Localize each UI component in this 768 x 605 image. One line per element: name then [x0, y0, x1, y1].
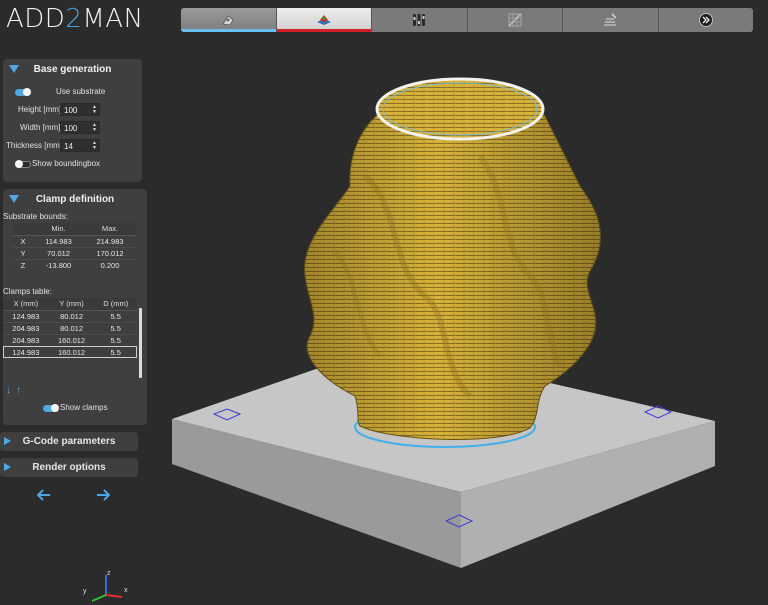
clamps-header[interactable]: Y (mm) — [48, 298, 95, 311]
table-row[interactable]: 204.983 80.012 5.5 — [3, 321, 137, 334]
clamp-cell[interactable]: 204.983 — [3, 321, 49, 334]
step-next[interactable] — [658, 8, 753, 32]
bounds-cell: 170.012 — [84, 246, 136, 259]
expand-triangle-icon — [4, 437, 11, 445]
spin-arrows-icon[interactable]: ▲ ▼ — [92, 105, 97, 115]
panel-title: Render options — [32, 462, 106, 473]
bounds-header: Min. — [33, 223, 85, 236]
use-substrate-label: Use substrate — [56, 87, 106, 96]
slicing-grid-icon — [508, 13, 522, 27]
clamp-cell[interactable]: 80.012 — [48, 309, 95, 322]
clamp-cell[interactable]: 160.012 — [48, 333, 95, 346]
thickness-label: Thickness [mm] — [6, 141, 63, 150]
spin-arrows-icon[interactable]: ▲ ▼ — [92, 141, 97, 151]
clamp-cell[interactable]: 5.5 — [94, 321, 137, 334]
clamp-definition-panel: Clamp definition Substrate bounds: Min. … — [3, 189, 147, 425]
clamps-header[interactable]: D (mm) — [94, 298, 137, 311]
use-substrate-toggle[interactable] — [15, 88, 31, 96]
clamp-cell[interactable]: 160.012 — [48, 345, 95, 358]
panel-title: G-Code parameters — [22, 436, 116, 447]
collapse-triangle-icon — [9, 65, 19, 73]
step-print[interactable] — [563, 8, 659, 32]
table-row-selected[interactable]: 124.983 160.012 5.5 — [3, 345, 137, 358]
clamp-cell[interactable]: 5.5 — [94, 309, 137, 322]
render-options-panel[interactable]: Render options — [0, 458, 138, 477]
clamps-header[interactable]: X (mm) — [3, 298, 49, 311]
axes-gizmo: z y x — [83, 570, 128, 602]
bounds-header: Max. — [84, 223, 136, 236]
axis-x-label: x — [124, 587, 128, 594]
panel-title: Clamp definition — [35, 193, 115, 205]
substrate-bounds-label: Substrate bounds: — [3, 212, 68, 221]
3d-viewport[interactable] — [150, 36, 768, 605]
clamp-definition-header[interactable]: Clamp definition — [3, 189, 147, 209]
app-logo: ADD2MAN — [6, 4, 144, 34]
bounds-cell: -13.800 — [33, 258, 85, 271]
bounds-cell: Z — [13, 258, 33, 271]
step-model[interactable] — [276, 8, 372, 32]
thickness-spinbox[interactable]: 14 ▲ ▼ — [60, 139, 100, 152]
thickness-value: 14 — [64, 142, 73, 151]
next-step-icon — [698, 13, 713, 27]
clamp-cell[interactable]: 204.983 — [3, 333, 49, 346]
width-spinbox[interactable]: 100 ▲ ▼ — [60, 121, 100, 134]
bounds-cell: 214.983 — [84, 234, 136, 247]
step-slicing[interactable] — [467, 8, 563, 32]
table-row: Z -13.800 0.200 — [13, 258, 136, 271]
clamps-table-label: Clamps table: — [3, 287, 52, 296]
height-value: 100 — [64, 106, 78, 115]
collapse-triangle-icon — [9, 195, 19, 203]
base-generation-header[interactable]: Base generation — [3, 59, 142, 79]
move-down-icon[interactable]: ↓ — [6, 385, 11, 396]
settings-sliders-icon — [413, 14, 426, 26]
clamp-cell[interactable]: 124.983 — [3, 345, 49, 358]
bounds-cell: 0.200 — [84, 258, 136, 271]
expand-triangle-icon — [4, 463, 11, 471]
height-label: Height [mm] — [18, 105, 62, 114]
width-value: 100 — [64, 124, 78, 133]
gcode-parameters-panel[interactable]: G-Code parameters — [0, 432, 138, 451]
clamps-table-scrollbar[interactable] — [139, 308, 142, 378]
clamp-cell[interactable]: 124.983 — [3, 309, 49, 322]
table-row[interactable]: 124.983 80.012 5.5 — [3, 309, 137, 322]
axis-z-label: z — [107, 570, 111, 577]
show-clamps-label: Show clamps — [60, 403, 108, 412]
spin-arrows-icon[interactable]: ▲ ▼ — [92, 123, 97, 133]
bounds-header — [13, 223, 33, 236]
workflow-stepbar — [181, 8, 753, 32]
base-generation-panel: Base generation Use substrate Height [mm… — [3, 59, 142, 182]
next-arrow-icon[interactable] — [96, 489, 110, 501]
step-settings[interactable] — [372, 8, 468, 32]
move-up-icon[interactable]: ↑ — [16, 385, 21, 396]
clamps-table[interactable]: X (mm) Y (mm) D (mm) 124.983 80.012 5.5 … — [3, 298, 137, 358]
import-icon — [222, 15, 234, 26]
show-clamps-toggle[interactable] — [43, 404, 59, 412]
axis-y-label: y — [83, 588, 87, 595]
vase-top-rim — [375, 77, 545, 141]
step-import[interactable] — [181, 8, 277, 32]
model-icon — [316, 15, 331, 25]
clamp-cell[interactable]: 5.5 — [94, 345, 137, 358]
show-boundingbox-toggle[interactable] — [15, 160, 31, 168]
table-row: X 114.983 214.983 — [13, 234, 136, 247]
bounds-cell: Y — [13, 246, 33, 259]
substrate-bounds-table: Min. Max. X 114.983 214.983 Y 70.012 170… — [13, 223, 136, 271]
table-row: Y 70.012 170.012 — [13, 246, 136, 259]
panel-title: Base generation — [33, 63, 112, 75]
print-layers-icon — [604, 13, 617, 26]
previous-arrow-icon[interactable] — [37, 489, 51, 501]
show-boundingbox-label: Show boundingbox — [32, 159, 101, 168]
bounds-cell: 114.983 — [33, 234, 85, 247]
bounds-cell: X — [13, 234, 33, 247]
height-spinbox[interactable]: 100 ▲ ▼ — [60, 103, 100, 116]
app-window: ADD2MAN Base generation Use substrate He… — [0, 0, 768, 605]
width-label: Width [mm] — [20, 123, 61, 132]
clamp-cell[interactable]: 80.012 — [48, 321, 95, 334]
clamp-cell[interactable]: 5.5 — [94, 333, 137, 346]
table-row[interactable]: 204.983 160.012 5.5 — [3, 333, 137, 346]
bounds-cell: 70.012 — [33, 246, 85, 259]
